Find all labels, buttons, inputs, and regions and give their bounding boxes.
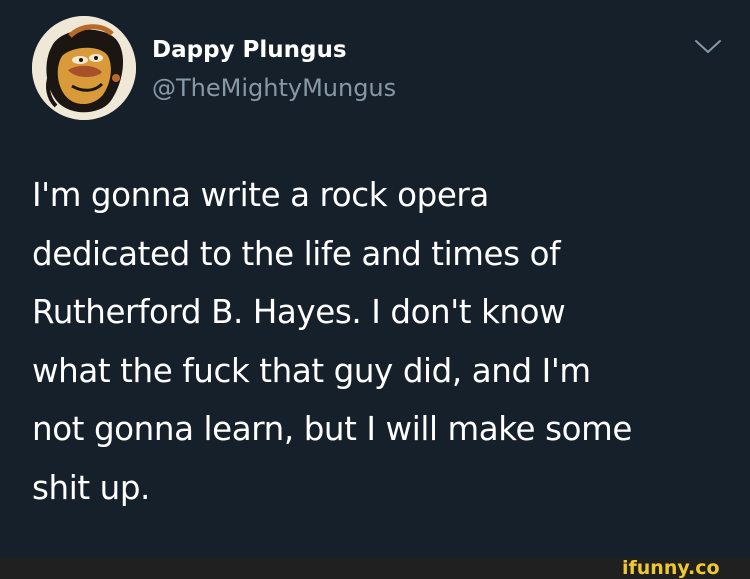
chevron-down-icon (695, 40, 721, 53)
user-handle[interactable]: @TheMightyMungus (152, 73, 396, 103)
tweet-text: I'm gonna write a rock opera dedicated t… (32, 176, 632, 507)
ifunny-logo-icon: ifunny.co (622, 557, 720, 579)
avatar[interactable] (32, 16, 136, 120)
avatar-image (32, 16, 136, 120)
tweet-menu-button[interactable] (692, 36, 724, 58)
ifunny-watermark: ifunny.co (620, 555, 746, 579)
display-name[interactable]: Dappy Plungus (152, 36, 347, 64)
tweet-card: Dappy Plungus @TheMightyMungus I'm gonna… (0, 0, 750, 558)
watermark-text: ifunny.co (622, 557, 720, 579)
